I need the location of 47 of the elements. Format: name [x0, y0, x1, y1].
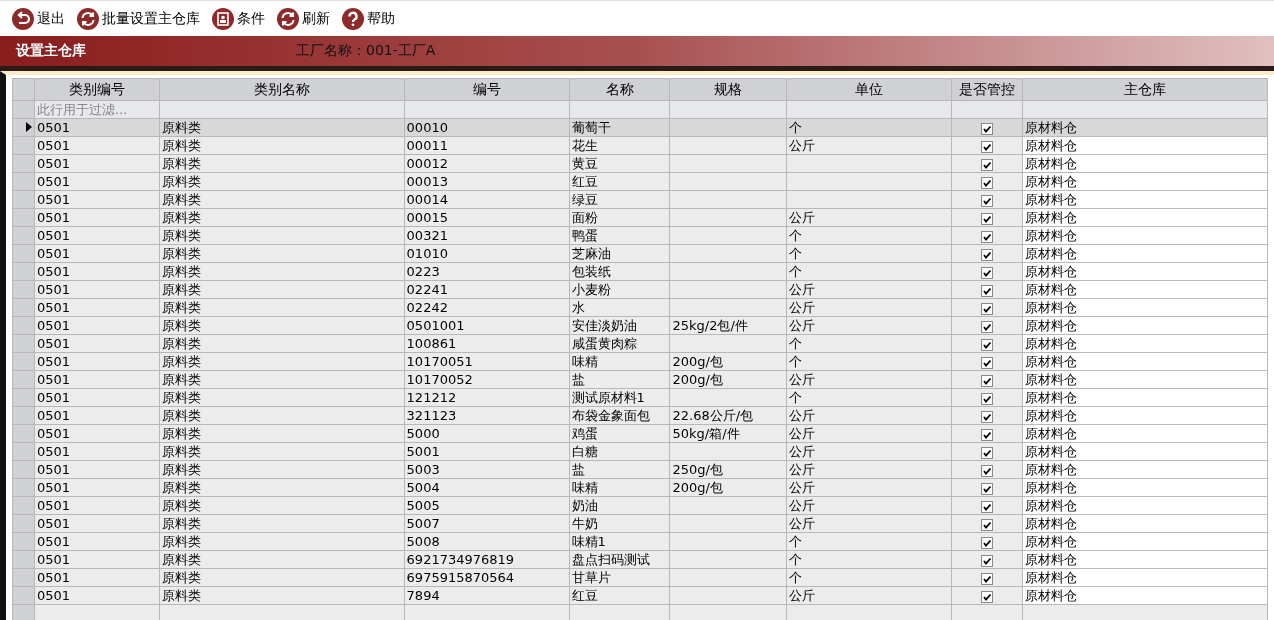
checkbox[interactable]	[981, 554, 994, 567]
checkbox[interactable]	[981, 464, 994, 477]
column-header[interactable]: 是否管控	[951, 78, 1023, 101]
checkbox[interactable]	[981, 212, 994, 225]
column-header[interactable]: 类别编号	[34, 78, 160, 101]
checkbox[interactable]	[981, 320, 994, 333]
factory-name: 工厂名称：001-工厂A	[296, 42, 436, 60]
refresh-icon	[77, 7, 99, 30]
column-header[interactable]: 主仓库	[1022, 78, 1268, 101]
checkbox[interactable]	[981, 248, 994, 261]
help-icon	[342, 7, 364, 30]
toolbar-button[interactable]: 刷新	[277, 7, 330, 30]
checkbox[interactable]	[981, 266, 994, 279]
checkbox[interactable]	[981, 338, 994, 351]
checkbox[interactable]	[981, 356, 994, 369]
refresh-icon	[277, 7, 299, 30]
checkbox[interactable]	[981, 500, 994, 513]
current-row-icon	[25, 122, 32, 132]
checkbox[interactable]	[981, 446, 994, 459]
checkbox[interactable]	[981, 536, 994, 549]
checkbox[interactable]	[981, 518, 994, 531]
toolbar-button[interactable]: 帮助	[342, 7, 395, 30]
checkbox[interactable]	[981, 140, 994, 153]
column-header[interactable]: 名称	[569, 78, 670, 101]
page-title: 设置主仓库	[14, 42, 87, 60]
toolbar-button[interactable]: 条件	[212, 7, 265, 30]
checkbox[interactable]	[981, 410, 994, 423]
checkbox[interactable]	[981, 428, 994, 441]
toolbar-button[interactable]: 退出	[12, 7, 65, 30]
column-header[interactable]: 规格	[670, 78, 787, 101]
checkbox[interactable]	[981, 302, 994, 315]
checkbox[interactable]	[981, 284, 994, 297]
column-header[interactable]: 类别名称	[159, 78, 405, 101]
contact-card-icon	[212, 7, 234, 30]
column-header[interactable]: 单位	[786, 78, 952, 101]
checkbox[interactable]	[981, 194, 994, 207]
checkbox[interactable]	[981, 176, 994, 189]
checkbox[interactable]	[981, 590, 994, 603]
checkbox[interactable]	[981, 230, 994, 243]
checkbox[interactable]	[981, 572, 994, 585]
checkbox[interactable]	[981, 374, 994, 387]
checkbox[interactable]	[981, 122, 994, 135]
checkbox[interactable]	[981, 392, 994, 405]
checkbox[interactable]	[981, 482, 994, 495]
column-header[interactable]: 编号	[404, 78, 569, 101]
toolbar-button[interactable]: 批量设置主仓库	[77, 7, 200, 30]
checkbox[interactable]	[981, 158, 994, 171]
